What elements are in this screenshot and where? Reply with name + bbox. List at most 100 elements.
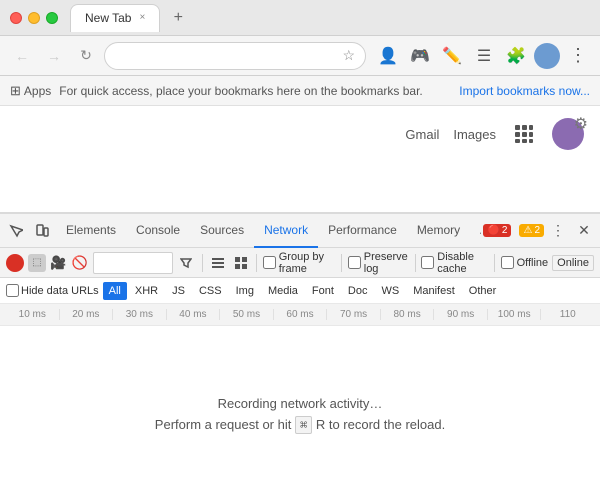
bookmarks-message: For quick access, place your bookmarks h… <box>59 84 451 98</box>
record-button[interactable] <box>6 254 24 272</box>
filter-ws-button[interactable]: WS <box>375 282 405 300</box>
group-by-frame-label: Group by frame <box>279 251 335 275</box>
warning-icon: ⚠ <box>523 225 532 236</box>
timeline-mark-6: 70 ms <box>326 309 380 320</box>
apps-button[interactable]: ⊞ Apps <box>10 83 51 99</box>
import-bookmarks-link[interactable]: Import bookmarks now... <box>459 84 590 98</box>
current-tab[interactable]: New Tab × <box>70 4 160 32</box>
tab-console[interactable]: Console <box>126 214 190 248</box>
nav-icons: 👤 🎮 ✏️ ☰ 🧩 ⋮ <box>374 42 592 70</box>
error-icon: 🔴 <box>487 225 499 236</box>
tab-network[interactable]: Network <box>254 214 318 248</box>
shortcut-cmd: ⌘ <box>295 416 312 434</box>
filter-doc-button[interactable]: Doc <box>342 282 374 300</box>
menu-button[interactable]: ⋮ <box>564 42 592 70</box>
address-input[interactable] <box>115 48 338 63</box>
extension-icon-1[interactable]: 👤 <box>374 42 402 70</box>
reload-button[interactable]: ↻ <box>72 42 100 70</box>
devtools-close-button[interactable]: ✕ <box>572 219 596 243</box>
filter-xhr-button[interactable]: XHR <box>129 282 164 300</box>
bookmark-star-icon[interactable]: ☆ <box>342 47 355 64</box>
filter-img-button[interactable]: Img <box>230 282 260 300</box>
devtools-element-picker-icon[interactable] <box>4 219 28 243</box>
clear-log-button[interactable]: 🚫 <box>70 251 89 275</box>
devtools-panel: Elements Console Sources Network Perform… <box>0 212 600 502</box>
filter-type-buttons: All XHR JS CSS Img Media Font Doc WS Man… <box>103 282 503 300</box>
list-view-button[interactable] <box>208 251 227 275</box>
group-by-frame-checkbox[interactable]: Group by frame <box>263 251 335 275</box>
preserve-log-checkbox[interactable]: Preserve log <box>348 251 409 275</box>
empty-state-line2: Perform a request or hit ⌘ R to record t… <box>155 417 445 432</box>
address-bar: ☆ <box>104 42 366 70</box>
navigation-bar: ← → ↻ ☆ 👤 🎮 ✏️ ☰ 🧩 ⋮ <box>0 36 600 76</box>
preserve-log-label: Preserve log <box>364 251 409 275</box>
online-badge[interactable]: Online <box>552 255 594 271</box>
filter-icon[interactable] <box>177 251 196 275</box>
hide-data-urls-checkbox[interactable]: Hide data URLs <box>6 284 99 297</box>
disable-cache-checkbox[interactable]: Disable cache <box>421 251 488 275</box>
devtools-device-mode-icon[interactable] <box>30 219 54 243</box>
filter-css-button[interactable]: CSS <box>193 282 228 300</box>
filter-manifest-button[interactable]: Manifest <box>407 282 461 300</box>
timeline-mark-4: 50 ms <box>219 309 273 320</box>
traffic-lights <box>10 12 58 24</box>
toolbar-divider-3 <box>341 254 342 272</box>
empty-state-line1: Recording network activity… <box>218 396 383 411</box>
warning-badge: ⚠ 2 <box>519 224 544 237</box>
filter-font-button[interactable]: Font <box>306 282 340 300</box>
network-empty-state: Recording network activity… Perform a re… <box>0 326 600 502</box>
devtools-right-icons: 🔴 2 ⚠ 2 ⋮ ✕ <box>483 219 596 243</box>
extension-icon-5[interactable]: 🧩 <box>502 42 530 70</box>
stop-recording-button[interactable]: ⬚ <box>28 254 46 272</box>
offline-checkbox[interactable]: Offline <box>501 256 549 269</box>
grid-view-button[interactable] <box>231 251 250 275</box>
timeline-mark-10: 110 <box>540 309 594 320</box>
bookmarks-bar: ⊞ Apps For quick access, place your book… <box>0 76 600 106</box>
timeline-header: 10 ms 20 ms 30 ms 40 ms 50 ms 60 ms 70 m… <box>0 304 600 326</box>
apps-grid-icon: ⊞ <box>10 83 21 99</box>
network-filter-input[interactable] <box>93 252 173 274</box>
apps-label: Apps <box>24 84 51 98</box>
tab-elements[interactable]: Elements <box>56 214 126 248</box>
tab-memory[interactable]: Memory <box>407 214 470 248</box>
devtools-tab-bar: Elements Console Sources Network Perform… <box>0 214 600 248</box>
devtools-settings-button[interactable]: ⋮ <box>546 219 570 243</box>
filter-js-button[interactable]: JS <box>166 282 191 300</box>
extension-icon-3[interactable]: ✏️ <box>438 42 466 70</box>
extension-icon-4[interactable]: ☰ <box>470 42 498 70</box>
close-window-button[interactable] <box>10 12 22 24</box>
screenshot-button[interactable]: 🎥 <box>50 254 66 272</box>
filter-media-button[interactable]: Media <box>262 282 304 300</box>
toolbar-divider-5 <box>494 254 495 272</box>
back-button[interactable]: ← <box>8 42 36 70</box>
offline-label: Offline <box>517 257 549 269</box>
tab-application[interactable]: Application <box>470 214 481 248</box>
toolbar-divider-4 <box>415 254 416 272</box>
settings-gear-icon[interactable]: ⚙ <box>574 114 588 134</box>
tab-performance[interactable]: Performance <box>318 214 407 248</box>
gmail-link[interactable]: Gmail <box>405 127 439 142</box>
extension-icon-2[interactable]: 🎮 <box>406 42 434 70</box>
new-tab-button[interactable]: + <box>166 6 190 30</box>
user-avatar[interactable] <box>534 43 560 69</box>
filter-other-button[interactable]: Other <box>463 282 503 300</box>
timeline-mark-2: 30 ms <box>112 309 166 320</box>
error-badge: 🔴 2 <box>483 224 511 237</box>
tab-title: New Tab <box>85 11 131 25</box>
filter-all-button[interactable]: All <box>103 282 127 300</box>
images-link[interactable]: Images <box>453 127 496 142</box>
maximize-window-button[interactable] <box>46 12 58 24</box>
google-apps-icon[interactable] <box>510 120 538 148</box>
forward-button[interactable]: → <box>40 42 68 70</box>
tab-sources[interactable]: Sources <box>190 214 254 248</box>
timeline-mark-8: 90 ms <box>433 309 487 320</box>
minimize-window-button[interactable] <box>28 12 40 24</box>
timeline-mark-7: 80 ms <box>380 309 434 320</box>
timeline-mark-3: 40 ms <box>166 309 220 320</box>
network-toolbar: ⬚ 🎥 🚫 Gro <box>0 248 600 278</box>
tab-close-button[interactable]: × <box>139 13 145 23</box>
toolbar-divider-2 <box>256 254 257 272</box>
content-top-bar: Gmail Images <box>0 106 600 162</box>
title-bar: New Tab × + <box>0 0 600 36</box>
disable-cache-label: Disable cache <box>437 251 488 275</box>
